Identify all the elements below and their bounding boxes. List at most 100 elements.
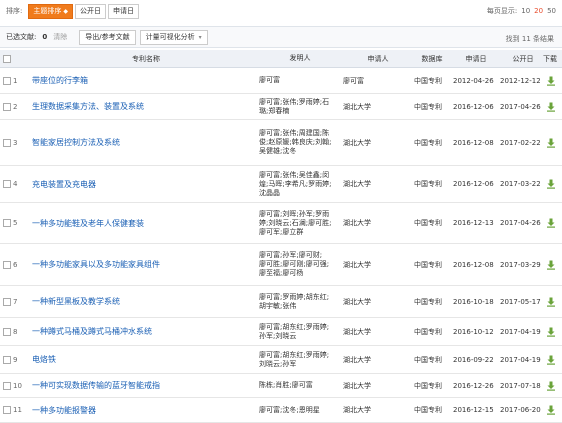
row-number: 7 (13, 297, 18, 306)
row-checkbox[interactable] (3, 327, 11, 336)
apply-date: 2016-09-22 (453, 355, 494, 364)
inventor-line[interactable]: 廖可富;孙军;廖可财; (259, 251, 341, 260)
inventor-line[interactable]: 廖至福;廖可杨 (259, 269, 341, 278)
per-page-option-10[interactable]: 10 (521, 7, 530, 15)
sort-by-pub-date-button[interactable]: 公开日 (74, 3, 106, 19)
row-checkbox[interactable] (3, 260, 11, 269)
inventor-line[interactable]: 廖可富;沈冬;恩明星 (259, 406, 341, 415)
inventors: 廖可富;张伟;罗雨婷;石 璐;郑春楠 (259, 98, 341, 116)
inventor-line[interactable]: 廖可富;张伟;周建国;陈 (259, 129, 341, 138)
database: 中国专利 (414, 406, 442, 414)
export-button[interactable]: 导出/参考文献 (79, 29, 136, 45)
applicant[interactable]: 湖北大学 (343, 102, 413, 112)
inventor-line[interactable]: 廖可富;张伟;吴佳鑫;闵 (259, 171, 341, 180)
header-title[interactable]: 专利名称 (32, 54, 260, 64)
row-checkbox[interactable] (3, 102, 11, 111)
download-icon[interactable] (546, 260, 558, 270)
sort-by-topic-button[interactable]: 主题排序 ◆ (28, 3, 73, 19)
inventor-line[interactable]: 廖可富;胡东红;罗雨婷; (259, 351, 341, 360)
inventor-line[interactable]: 陈栋;肖胜;廖可富 (259, 381, 341, 390)
applicant[interactable]: 湖北大学 (343, 138, 413, 148)
inventor-line[interactable]: 廖可富;刘晖;孙军;罗雨 (259, 210, 341, 219)
applicant[interactable]: 湖北大学 (343, 405, 413, 415)
inventors: 廖可富;张伟;吴佳鑫;闵 煌;马晖;李希凡;罗雨婷; 沈晶晶 (259, 171, 341, 198)
visual-analysis-button[interactable]: 计量可视化分析 ▾ (139, 29, 208, 45)
patent-title-link[interactable]: 一种蹲式马桶及蹲式马桶冲水系统 (32, 326, 260, 337)
patent-title-link[interactable]: 带座位的行李箱 (32, 75, 260, 86)
select-all-checkbox[interactable] (3, 54, 11, 63)
inventor-line[interactable]: 俊;赵原媛;韩良庆;刘翰; (259, 138, 341, 147)
table-row: 2 生理数据采集方法、装置及系统 廖可富;张伟;罗雨婷;石 璐;郑春楠 湖北大学 中国专利… (0, 94, 562, 120)
clear-selection-link[interactable]: 清除 (53, 32, 67, 42)
table-header: 专利名称 发明人 申请人 数据库 申请日 公开日 下载 (0, 50, 562, 68)
inventor-line[interactable]: 廖可富 (259, 76, 341, 85)
patent-title-link[interactable]: 智能家居控制方法及系统 (32, 137, 260, 148)
row-checkbox[interactable] (3, 219, 11, 227)
apply-date: 2016-12-06 (453, 102, 494, 111)
per-page-option-50[interactable]: 50 (547, 7, 556, 15)
inventor-line[interactable]: 吴健雄;沈冬 (259, 147, 341, 156)
row-checkbox[interactable] (3, 180, 11, 188)
inventor-line[interactable]: 刘晓云;孙军 (259, 360, 341, 369)
inventors: 廖可富;孙军;廖可财; 廖可胜;廖可刚;廖可强; 廖至福;廖可杨 (259, 251, 341, 278)
inventor-line[interactable]: 廖可军;廖立群 (259, 228, 341, 237)
row-checkbox[interactable] (3, 76, 11, 85)
patent-title-link[interactable]: 充电装置及充电器 (32, 179, 260, 190)
inventor-line[interactable]: 婷;刘晓云;石澜;廖可胜; (259, 219, 341, 228)
inventor-line[interactable]: 胡宇敏;张伟 (259, 302, 341, 311)
applicant[interactable]: 湖北大学 (343, 297, 413, 307)
row-checkbox[interactable] (3, 381, 11, 390)
inventors: 廖可富 (259, 76, 341, 85)
selected-count: 0 (42, 33, 48, 41)
header-pub-date[interactable]: 公开日 (500, 54, 546, 64)
download-icon[interactable] (546, 76, 558, 86)
patent-title-link[interactable]: 电烙铁 (32, 354, 260, 365)
download-icon[interactable] (546, 179, 558, 189)
inventor-line[interactable]: 廖可富;胡东红;罗雨婷; (259, 323, 341, 332)
applicant[interactable]: 湖北大学 (343, 327, 413, 337)
inventor-line[interactable]: 煌;马晖;李希凡;罗雨婷; (259, 180, 341, 189)
per-page-option-20[interactable]: 20 (534, 7, 543, 15)
header-apply-date[interactable]: 申请日 (453, 54, 499, 64)
patent-title-link[interactable]: 一种可实现数据传输的蓝牙智能戒指 (32, 380, 260, 391)
download-icon[interactable] (546, 355, 558, 365)
table-row: 4 充电装置及充电器 廖可富;张伟;吴佳鑫;闵 煌;马晖;李希凡;罗雨婷; 沈晶晶 湖北大… (0, 166, 562, 203)
row-number: 2 (13, 102, 18, 111)
inventor-line[interactable]: 廖可富;张伟;罗雨婷;石 (259, 98, 341, 107)
inventors: 廖可富;胡东红;罗雨婷; 孙军;刘晓云 (259, 323, 341, 341)
per-page-label: 每页显示: (486, 7, 518, 15)
applicant[interactable]: 湖北大学 (343, 355, 413, 365)
download-icon[interactable] (546, 218, 558, 228)
applicant[interactable]: 廖可富 (343, 76, 413, 86)
inventor-line[interactable]: 廖可胜;廖可刚;廖可强; (259, 260, 341, 269)
applicant[interactable]: 湖北大学 (343, 218, 413, 228)
pub-date: 2017-04-26 (500, 102, 541, 111)
sort-by-apply-date-button[interactable]: 申请日 (107, 3, 139, 19)
row-checkbox[interactable] (3, 355, 11, 364)
applicant[interactable]: 湖北大学 (343, 260, 413, 270)
inventor-line[interactable]: 璐;郑春楠 (259, 107, 341, 116)
patent-title-link[interactable]: 生理数据采集方法、装置及系统 (32, 101, 260, 112)
row-checkbox[interactable] (3, 406, 11, 414)
download-icon[interactable] (546, 327, 558, 337)
download-icon[interactable] (546, 102, 558, 112)
patent-title-link[interactable]: 一种多功能鞋及老年人保健套装 (32, 218, 260, 229)
inventor-line[interactable]: 沈晶晶 (259, 189, 341, 198)
row-checkbox[interactable] (3, 138, 11, 147)
download-icon[interactable] (546, 138, 558, 148)
applicant[interactable]: 湖北大学 (343, 179, 413, 189)
table-row: 5 一种多功能鞋及老年人保健套装 廖可富;刘晖;孙军;罗雨 婷;刘晓云;石澜;廖可胜;… (0, 203, 562, 244)
download-icon[interactable] (546, 405, 558, 415)
inventor-line[interactable]: 孙军;刘晓云 (259, 332, 341, 341)
sort-by-apply-date-label: 申请日 (112, 7, 134, 15)
patent-title-link[interactable]: 一种多功能家具以及多功能家具组件 (32, 259, 260, 270)
patent-title-link[interactable]: 一种多功能报警器 (32, 405, 260, 416)
header-inventor: 发明人 (289, 54, 311, 62)
patent-title-link[interactable]: 一种新型黑板及教学系统 (32, 296, 260, 307)
applicant[interactable]: 湖北大学 (343, 381, 413, 391)
inventor-line[interactable]: 廖可富;罗雨婷;胡东红; (259, 293, 341, 302)
database: 中国专利 (414, 76, 442, 85)
row-checkbox[interactable] (3, 297, 11, 306)
download-icon[interactable] (546, 381, 558, 391)
download-icon[interactable] (546, 297, 558, 307)
